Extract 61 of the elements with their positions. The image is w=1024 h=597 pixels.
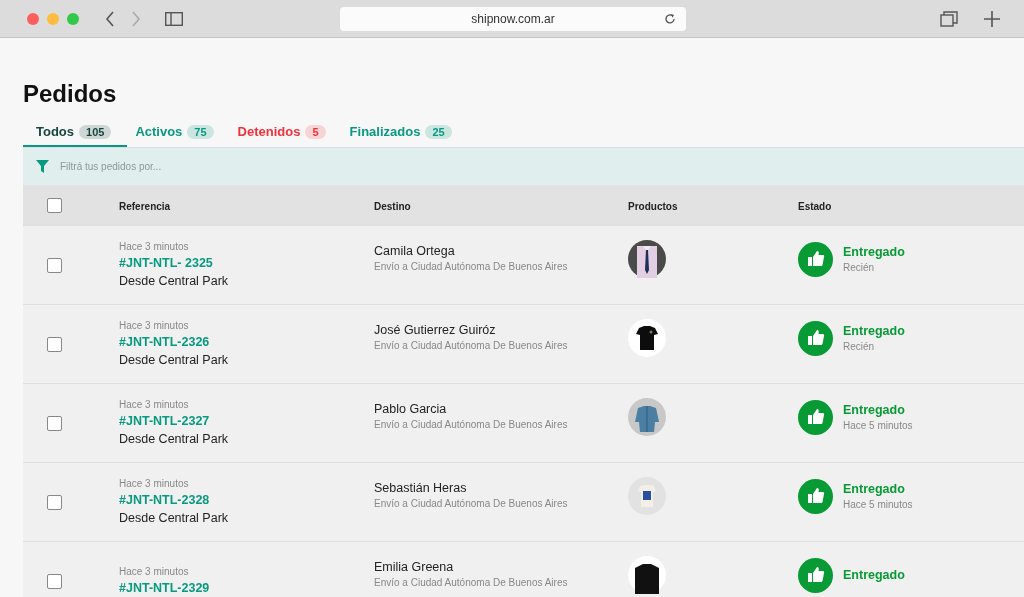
tab[interactable]: Detenidos 5	[229, 122, 342, 147]
new-tab-icon[interactable]	[984, 10, 1000, 27]
order-row[interactable]: Hace 3 minutos #JNT-NTL- 2325 Desde Central Park Camila Ortega Envío a Ciudad Autónoma De Buenos Aires Entregado Recién	[23, 225, 1024, 304]
status-time: Hace 5 minutos	[843, 498, 913, 512]
order-reference-link[interactable]: #JNT-NTL-2326	[119, 333, 374, 351]
status-time: Recién	[843, 261, 876, 275]
tab[interactable]: Activos 75	[127, 122, 230, 147]
order-origin: Desde Central Park	[119, 431, 230, 448]
select-all-checkbox[interactable]	[47, 197, 62, 213]
status-time: Recién	[843, 340, 876, 354]
order-time: Hace 3 minutos	[119, 477, 190, 491]
recipient-name: Camila Ortega	[374, 243, 456, 260]
destination-text: Envío a Ciudad Autónoma De Buenos Aires	[374, 576, 569, 590]
order-row[interactable]: Hace 3 minutos #JNT-NTL-2327 Desde Central Park Pablo Garcia Envío a Ciudad Autónoma De Buenos Aires Entregado Hace 5 minutos	[23, 383, 1024, 462]
recipient-name: Pablo Garcia	[374, 401, 448, 418]
order-origin: Desde Central Park	[119, 510, 230, 527]
destination-text: Envío a Ciudad Autónoma De Buenos Aires	[374, 497, 569, 511]
order-row[interactable]: Hace 3 minutos #JNT-NTL-2328 Desde Central Park Sebastián Heras Envío a Ciudad Autónoma De Buenos Aires Entregado Hace 5 minutos	[23, 462, 1024, 541]
status-label: Entregado	[843, 323, 905, 340]
back-icon[interactable]	[105, 10, 115, 27]
page-title: Pedidos	[23, 79, 118, 109]
column-header: Estado	[798, 201, 832, 212]
column-header: Referencia	[119, 201, 171, 212]
close-icon[interactable]	[27, 12, 39, 25]
tab[interactable]: Finalizados 25	[341, 122, 468, 147]
status-time: Hace 5 minutos	[843, 419, 913, 433]
recipient-name: Sebastián Heras	[374, 480, 468, 497]
order-reference-link[interactable]: #JNT-NTL-2328	[119, 491, 374, 509]
filter-icon	[36, 160, 49, 173]
order-origin: Desde Central Park	[119, 273, 230, 290]
order-reference-link[interactable]: #JNT-NTL-2329	[119, 579, 374, 597]
destination-text: Envío a Ciudad Autónoma De Buenos Aires	[374, 260, 569, 274]
destination-text: Envío a Ciudad Autónoma De Buenos Aires	[374, 418, 569, 432]
row-checkbox[interactable]	[47, 336, 62, 352]
order-reference-link[interactable]: #JNT-NTL- 2325	[119, 254, 374, 272]
filter-field[interactable]: Filtrá tus pedidos por...	[58, 160, 462, 173]
status-label: Entregado	[843, 244, 905, 261]
status-label: Entregado	[843, 402, 906, 419]
destination-text: Envío a Ciudad Autónoma De Buenos Aires	[374, 339, 569, 353]
recipient-name: José Gutierrez Guiróz	[374, 322, 497, 339]
order-row[interactable]: Hace 3 minutos #JNT-NTL-2326 Desde Central Park José Gutierrez Guiróz Envío a Ciudad Autónoma De Buenos Aires Entregado Recién	[23, 304, 1024, 383]
order-time: Hace 3 minutos	[119, 240, 190, 254]
reload-icon[interactable]	[664, 12, 676, 25]
recipient-name: Emilia Greena	[374, 559, 455, 576]
row-checkbox[interactable]	[47, 257, 62, 273]
row-checkbox[interactable]	[47, 573, 62, 589]
order-reference-link[interactable]: #JNT-NTL-2327	[119, 412, 374, 430]
row-checkbox[interactable]	[47, 494, 62, 510]
order-origin: Desde Central Park	[119, 352, 230, 369]
column-header: Destino	[374, 201, 411, 212]
row-checkbox[interactable]	[47, 415, 62, 431]
status-label: Entregado	[843, 567, 905, 584]
tabs-icon[interactable]	[940, 10, 958, 27]
order-time: Hace 3 minutos	[119, 398, 190, 412]
order-row[interactable]: Hace 3 minutos #JNT-NTL-2329 Emilia Greena Envío a Ciudad Autónoma De Buenos Aires Entregado	[23, 541, 1024, 597]
status-label: Entregado	[843, 481, 906, 498]
order-time: Hace 3 minutos	[119, 319, 190, 333]
column-header: Productos	[628, 201, 678, 212]
address-bar[interactable]: shipnow.com.ar	[340, 6, 686, 31]
sidebar-icon[interactable]	[165, 11, 183, 26]
order-time: Hace 3 minutos	[119, 565, 190, 579]
